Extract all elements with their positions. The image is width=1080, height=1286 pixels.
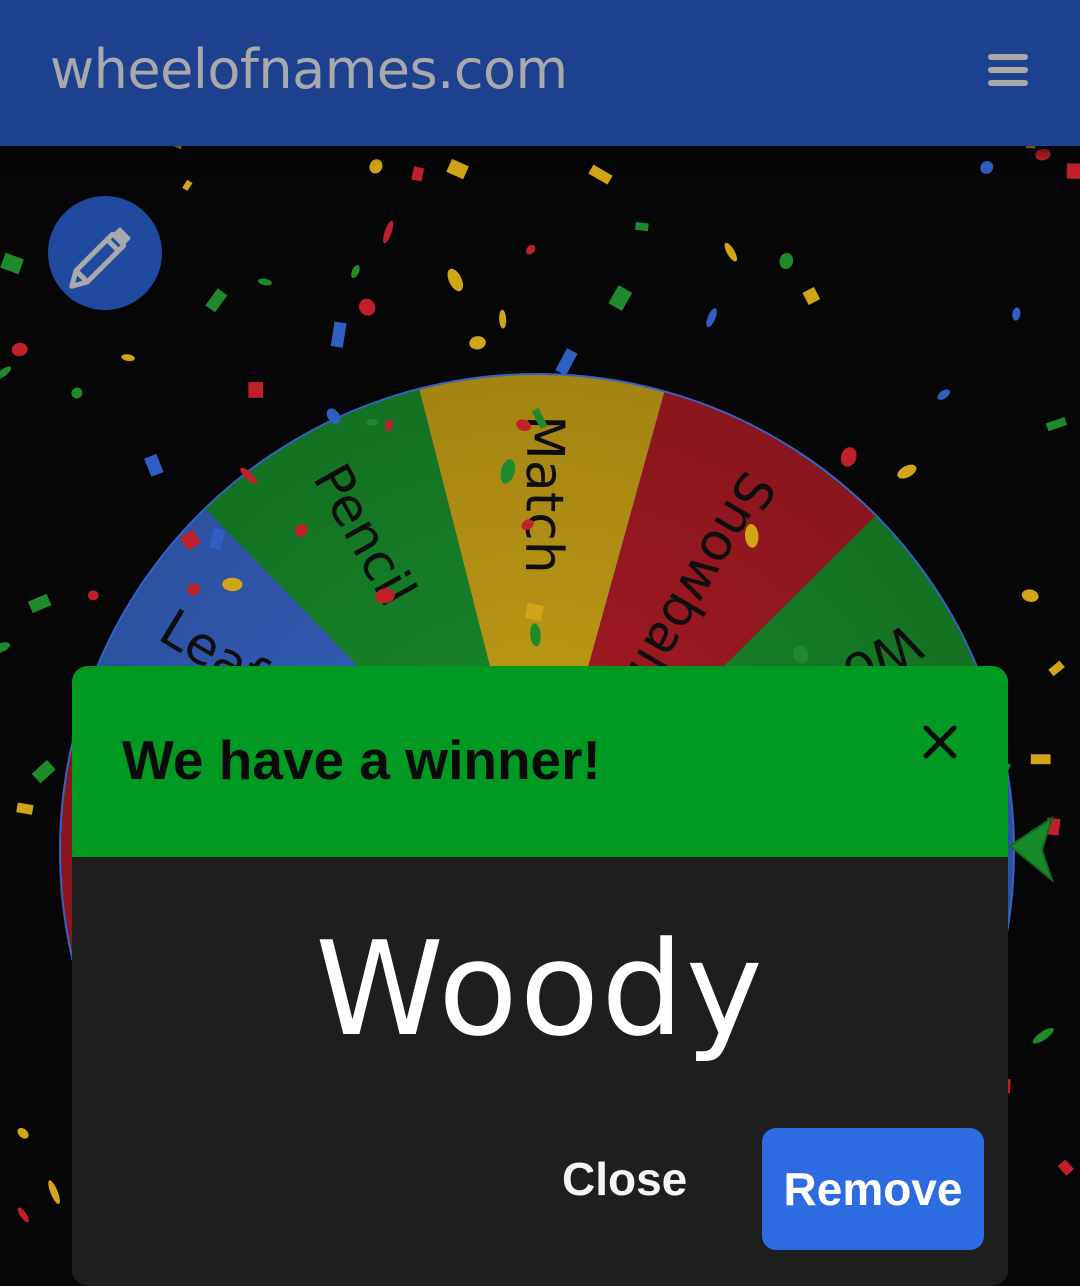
confetti-piece [351, 265, 360, 279]
confetti-piece [205, 288, 228, 313]
confetti-piece [258, 278, 272, 286]
confetti-piece [1066, 163, 1080, 179]
confetti-piece [779, 252, 794, 270]
confetti-piece [182, 179, 193, 192]
confetti-piece [1035, 148, 1051, 161]
confetti-piece [555, 348, 578, 376]
confetti-piece [1032, 1028, 1054, 1044]
confetti-piece [159, 146, 188, 150]
confetti-piece [525, 244, 536, 255]
edit-entries-button[interactable] [48, 196, 162, 310]
winner-dialog-title: We have a winner! [122, 729, 601, 791]
confetti-piece [17, 1127, 29, 1139]
confetti-piece [248, 382, 264, 398]
pencil-icon [69, 227, 131, 289]
wheel-pointer-arrow [1008, 815, 1055, 883]
winner-dialog-header: We have a winner! [72, 666, 1008, 857]
confetti-piece [706, 308, 717, 328]
confetti-piece [71, 387, 83, 399]
confetti-piece [17, 1207, 29, 1223]
confetti-piece [31, 759, 56, 784]
remove-button[interactable]: Remove [762, 1128, 984, 1250]
confetti-piece [144, 453, 164, 477]
winner-dialog: We have a winner! Woody Close Remove [72, 666, 1008, 1286]
confetti-piece [1012, 307, 1021, 321]
site-title[interactable]: wheelofnames.com [50, 38, 568, 101]
confetti-piece [1025, 146, 1036, 149]
top-app-bar: wheelofnames.com [0, 0, 1080, 146]
confetti-piece [0, 366, 12, 380]
confetti-piece [330, 321, 347, 348]
confetti-piece [608, 285, 633, 311]
confetti-piece [1045, 417, 1068, 432]
confetti-piece [0, 252, 24, 275]
confetti-piece [588, 164, 613, 185]
confetti-piece [802, 287, 821, 306]
close-button[interactable]: Close [562, 1152, 687, 1206]
confetti-piece [87, 590, 99, 601]
confetti-piece [447, 268, 464, 292]
confetti-piece [359, 298, 376, 316]
confetti-piece [635, 221, 649, 232]
confetti-piece [724, 242, 738, 262]
confetti-piece [897, 464, 917, 479]
confetti-piece [16, 802, 34, 815]
confetti-piece [840, 447, 857, 467]
hamburger-menu-icon[interactable] [984, 50, 1032, 90]
confetti-piece [1021, 589, 1039, 602]
confetti-piece [499, 309, 507, 329]
confetti-piece [469, 336, 486, 350]
confetti-piece [937, 389, 950, 400]
confetti-piece [121, 354, 135, 362]
confetti-piece [1030, 754, 1051, 765]
confetti-piece [411, 166, 425, 182]
confetti-piece [1057, 1159, 1074, 1176]
confetti-piece [446, 158, 469, 180]
confetti-piece [383, 220, 394, 244]
confetti-piece [11, 342, 28, 357]
confetti-piece [27, 593, 52, 614]
winner-name: Woody [315, 913, 765, 1065]
confetti-piece [1048, 660, 1065, 677]
confetti-piece [369, 159, 383, 174]
confetti-piece [48, 1180, 60, 1205]
confetti-piece [0, 642, 10, 654]
close-x-icon[interactable] [918, 720, 962, 764]
confetti-piece [980, 160, 994, 174]
